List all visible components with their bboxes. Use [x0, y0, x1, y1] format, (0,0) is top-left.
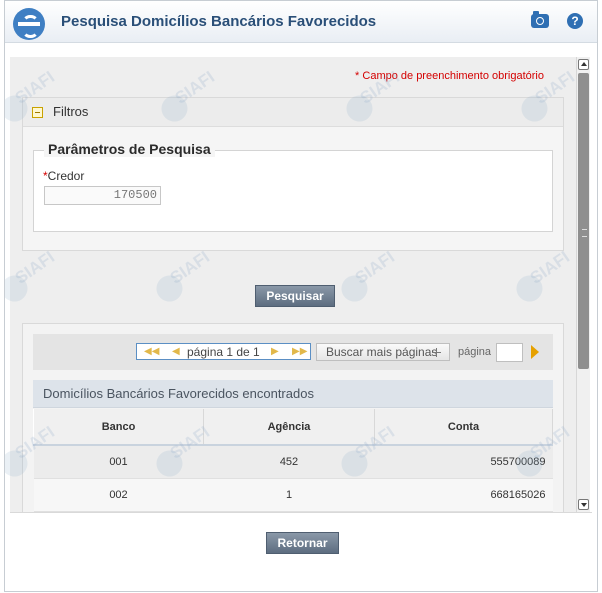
- results-table: Banco Agência Conta 001 452 555700089 00…: [33, 409, 553, 512]
- search-button[interactable]: Pesquisar: [255, 285, 335, 307]
- results-title: Domicílios Bancários Favorecidos encontr…: [33, 380, 553, 408]
- page-title: Pesquisa Domicílios Bancários Favorecido…: [61, 13, 377, 30]
- content-area: * Campo de preenchimento obrigatório Fil…: [10, 57, 576, 512]
- scroll-thumb[interactable]: [578, 73, 589, 369]
- first-page-icon[interactable]: ◀◀: [144, 344, 159, 359]
- pagination-bar: ◀◀ ◀ página 1 de 1 ▶ ▶▶ Buscar mais pági…: [33, 334, 553, 370]
- filters-header[interactable]: Filtros: [23, 98, 563, 127]
- filters-panel: Filtros Parâmetros de Pesquisa *Credor 1…: [22, 97, 564, 251]
- plus-icon: [432, 348, 441, 357]
- siafi-logo: [13, 8, 45, 40]
- credor-input[interactable]: 170500: [44, 186, 161, 205]
- app-window: Pesquisa Domicílios Bancários Favorecido…: [4, 0, 598, 592]
- page-header: Pesquisa Domicílios Bancários Favorecido…: [5, 1, 597, 43]
- cell-agencia: 1: [203, 478, 375, 512]
- scroll-down-icon[interactable]: [578, 499, 589, 510]
- page-indicator: página 1 de 1: [187, 345, 260, 359]
- table-row[interactable]: 001 452 555700089: [33, 445, 553, 479]
- load-more-label: Buscar mais páginas: [326, 345, 438, 359]
- return-button[interactable]: Retornar: [266, 532, 339, 554]
- page-number-input[interactable]: [496, 343, 523, 362]
- credor-label-text: Credor: [47, 169, 85, 183]
- go-arrow-icon[interactable]: [531, 345, 539, 359]
- footer-bar: Retornar: [10, 512, 592, 583]
- credor-label: *Credor: [43, 169, 84, 183]
- cell-conta: 668165026: [374, 478, 553, 512]
- search-parameters-fieldset: Parâmetros de Pesquisa *Credor 170500: [33, 141, 553, 232]
- cell-banco: 002: [33, 478, 204, 512]
- grip-icon: [582, 229, 587, 237]
- camera-icon[interactable]: [531, 11, 549, 28]
- filters-label: Filtros: [53, 104, 89, 119]
- pager: ◀◀ ◀ página 1 de 1 ▶ ▶▶: [136, 343, 311, 360]
- load-more-pages-button[interactable]: Buscar mais páginas: [316, 343, 450, 361]
- results-panel: ◀◀ ◀ página 1 de 1 ▶ ▶▶ Buscar mais pági…: [22, 323, 564, 512]
- last-page-icon[interactable]: ▶▶: [292, 344, 307, 359]
- next-page-icon[interactable]: ▶: [271, 344, 279, 359]
- help-icon[interactable]: ?: [567, 13, 583, 29]
- table-row[interactable]: 002 1 668165026: [33, 478, 553, 512]
- prev-page-icon[interactable]: ◀: [172, 344, 180, 359]
- fieldset-title: Parâmetros de Pesquisa: [44, 141, 215, 157]
- page-number-label: página: [458, 346, 492, 358]
